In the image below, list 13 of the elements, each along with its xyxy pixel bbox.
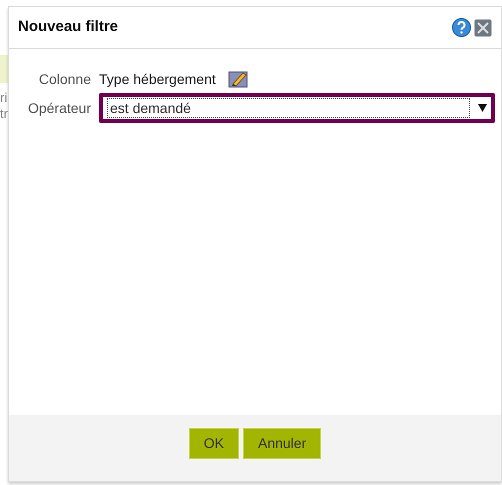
dropdown-arrow-icon [478, 104, 487, 112]
help-icon[interactable] [452, 18, 471, 37]
cancel-button[interactable]: Annuler [242, 428, 322, 459]
field-label: Colonne [38, 70, 92, 88]
background-text: ri [0, 90, 8, 106]
background-text: tr [0, 106, 8, 122]
operator-dropdown[interactable]: est demandé [99, 93, 495, 123]
field-label: Opérateur [26, 98, 92, 118]
dialog-title: Nouveau filtre [18, 17, 120, 38]
ok-button[interactable]: OK [188, 428, 239, 459]
selected-value: est demandé [107, 98, 470, 118]
close-icon[interactable] [474, 18, 492, 36]
column-value: Type hébergement [99, 70, 216, 89]
